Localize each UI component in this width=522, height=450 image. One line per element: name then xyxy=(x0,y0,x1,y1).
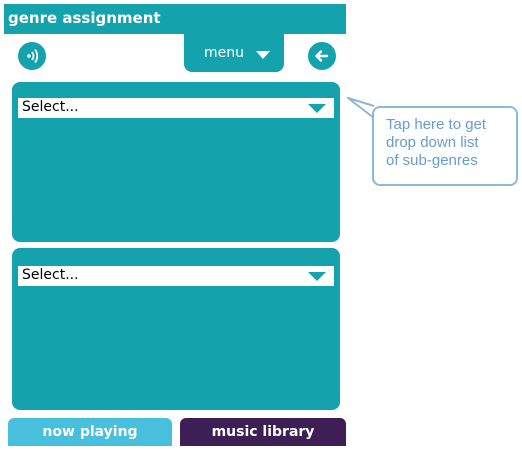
toolbar: menu xyxy=(4,34,346,76)
menu-label: menu xyxy=(204,45,244,61)
sub-genre-select[interactable]: Select... xyxy=(18,266,334,286)
sound-waves-icon xyxy=(18,42,46,70)
callout-tooltip: Tap here to get drop down list of sub-ge… xyxy=(372,106,518,186)
genre-select-value: Select... xyxy=(22,99,79,115)
genre-panel: Select... xyxy=(12,82,340,242)
dropdown-caret-icon xyxy=(308,104,326,113)
back-button[interactable] xyxy=(306,40,338,72)
menu-button[interactable]: menu xyxy=(184,34,284,72)
window-title: genre assignment xyxy=(8,9,161,27)
tab-now-playing-label: now playing xyxy=(42,424,138,440)
tab-music-library-label: music library xyxy=(211,424,315,440)
tab-music-library[interactable]: music library xyxy=(180,418,346,446)
tab-now-playing[interactable]: now playing xyxy=(8,418,172,446)
phone-screen: genre assignment menu Select... Select..… xyxy=(4,4,346,446)
callout-line: of sub-genres xyxy=(386,152,478,169)
callout-line: drop down list xyxy=(386,134,479,151)
genre-select[interactable]: Select... xyxy=(18,98,334,118)
sub-genre-panel: Select... xyxy=(12,248,340,410)
title-bar: genre assignment xyxy=(4,4,346,34)
arrow-left-icon xyxy=(308,42,336,70)
sub-genre-select-value: Select... xyxy=(22,267,79,283)
caret-down-icon xyxy=(256,51,270,59)
callout-line: Tap here to get xyxy=(386,116,487,133)
dropdown-caret-icon xyxy=(308,272,326,281)
callout-text: Tap here to get drop down list of sub-ge… xyxy=(386,116,516,170)
sound-button[interactable] xyxy=(16,40,48,72)
